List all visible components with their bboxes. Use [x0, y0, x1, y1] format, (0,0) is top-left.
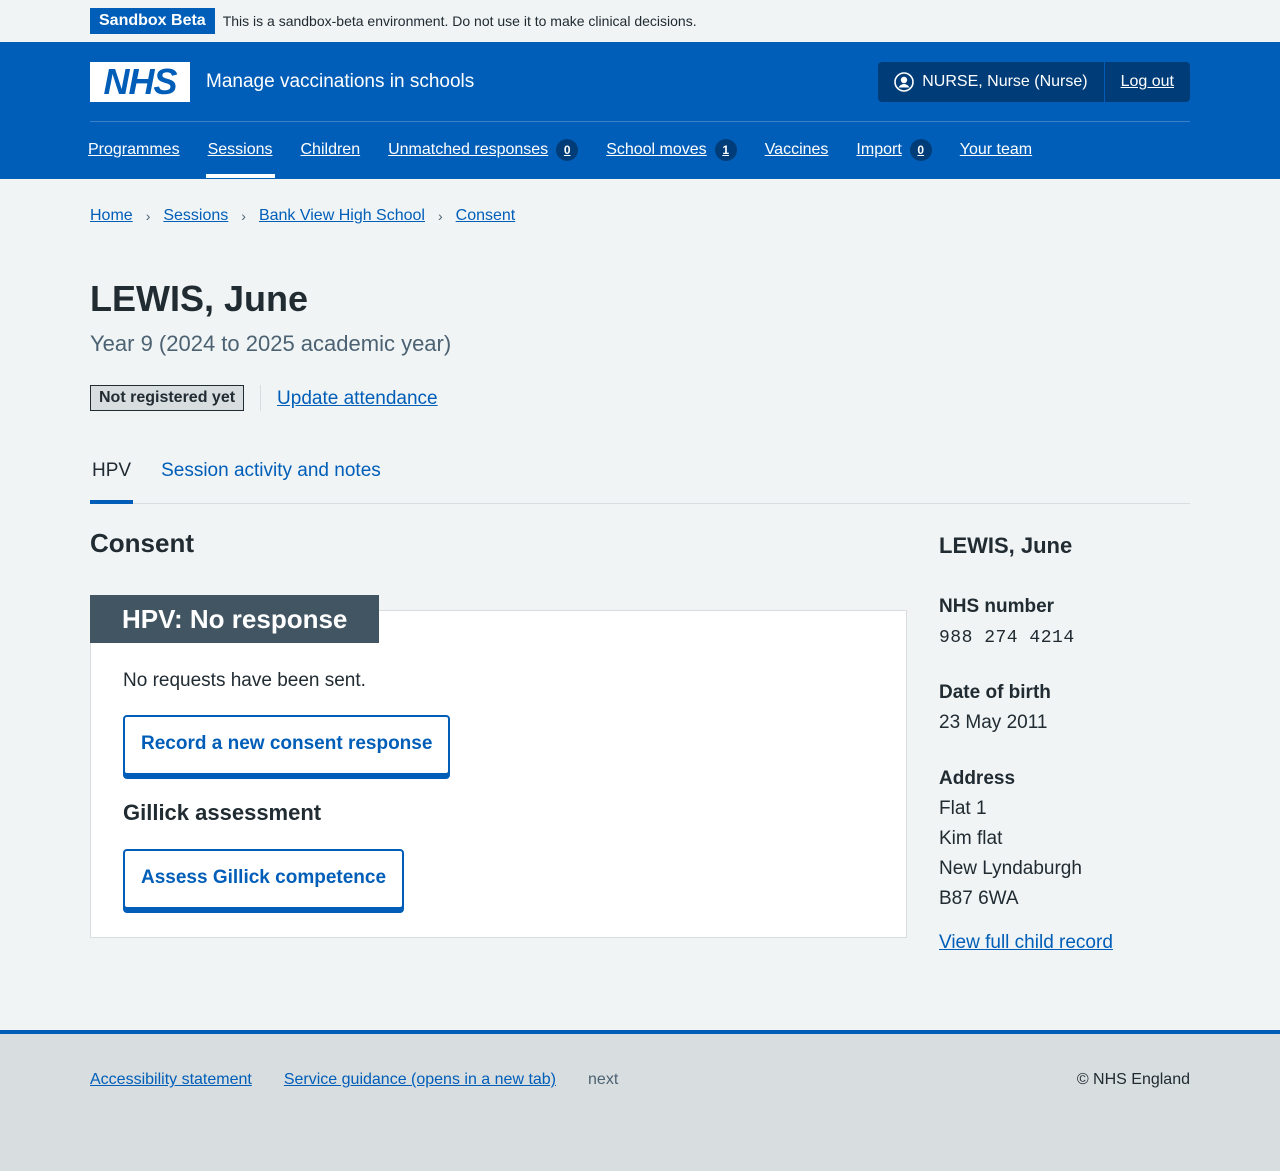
consent-column: Consent HPV: No response No requests hav…: [90, 528, 907, 956]
chevron-right-icon: ›: [241, 207, 246, 224]
site-footer: Accessibility statement Service guidance…: [0, 1030, 1280, 1171]
breadcrumb-consent[interactable]: Consent: [456, 204, 516, 228]
count-badge: 0: [556, 139, 579, 161]
nhs-number-label: NHS number: [939, 595, 1055, 617]
dob-value: 23 May 2011: [939, 712, 1048, 734]
update-attendance-link[interactable]: Update attendance: [277, 385, 438, 413]
nav-label: School moves: [606, 141, 707, 159]
accessibility-statement-link[interactable]: Accessibility statement: [90, 1068, 252, 1092]
assess-gillick-button[interactable]: Assess Gillick competence: [123, 848, 405, 909]
count-badge: 1: [714, 139, 737, 161]
site-header: NHS Manage vaccinations in schools NURSE…: [0, 42, 1280, 179]
address-line: New Lyndaburgh: [939, 857, 1082, 879]
service-name[interactable]: Manage vaccinations in schools: [206, 68, 474, 96]
divider: [260, 385, 262, 412]
child-name: LEWIS, June: [939, 533, 1073, 559]
page-title: LEWIS, June: [90, 278, 309, 319]
nhs-number-value: 988 274 4214: [939, 627, 1075, 648]
nav-label: Programmes: [88, 141, 180, 159]
nav-label: Your team: [959, 141, 1033, 159]
address-line: Flat 1: [939, 797, 987, 819]
logout-link[interactable]: Log out: [1105, 62, 1190, 102]
breadcrumb: Home › Sessions › Bank View High School …: [90, 179, 1190, 253]
nav-item-your-team[interactable]: Your team: [960, 122, 1032, 178]
nav-item-vaccines[interactable]: Vaccines: [765, 122, 829, 178]
card-heading: HPV: No response: [90, 594, 380, 643]
count-badge: 0: [909, 139, 932, 161]
record-consent-button[interactable]: Record a new consent response: [123, 714, 451, 775]
tabs: HPV Session activity and notes: [90, 457, 1190, 505]
child-summary: LEWIS, June NHS number 988 274 4214 Date…: [939, 528, 1190, 956]
address-line: Kim flat: [939, 827, 1003, 849]
nav-label: Import: [856, 141, 902, 159]
nav-label: Sessions: [207, 141, 273, 159]
environment-banner: Sandbox Beta This is a sandbox-beta envi…: [0, 0, 1280, 42]
chevron-right-icon: ›: [437, 207, 443, 224]
account-user: NURSE, Nurse (Nurse): [878, 61, 1105, 102]
environment-text: This is a sandbox-beta environment. Do n…: [222, 12, 697, 29]
nav-item-school-moves[interactable]: School moves 1: [606, 122, 737, 178]
copyright-text: © NHS England: [1076, 1071, 1190, 1089]
breadcrumb-home[interactable]: Home: [90, 204, 133, 228]
tab-hpv[interactable]: HPV: [90, 457, 134, 505]
no-requests-text: No requests have been sent.: [123, 669, 366, 691]
user-icon: [894, 71, 915, 92]
nav-label: Children: [300, 141, 361, 159]
nav-item-children[interactable]: Children: [301, 122, 361, 178]
page-caption: Year 9 (2024 to 2025 academic year): [90, 331, 452, 357]
content-grid: Consent HPV: No response No requests hav…: [90, 528, 1190, 956]
consent-card: HPV: No response No requests have been s…: [90, 594, 907, 938]
chevron-right-icon: ›: [145, 207, 151, 224]
account-menu: NURSE, Nurse (Nurse) Log out: [878, 61, 1190, 102]
environment-tag: Sandbox Beta: [90, 8, 215, 34]
view-child-record-link[interactable]: View full child record: [939, 929, 1113, 957]
nav-label: Unmatched responses: [388, 141, 549, 159]
nav-item-import[interactable]: Import 0: [856, 122, 932, 178]
address-label: Address: [939, 767, 1016, 789]
primary-navigation: Programmes Sessions Children Unmatched r…: [88, 122, 1190, 178]
nav-item-sessions[interactable]: Sessions: [205, 122, 275, 178]
dob-label: Date of birth: [939, 682, 1051, 704]
nav-item-unmatched-responses[interactable]: Unmatched responses 0: [388, 122, 579, 178]
status-row: Not registered yet Update attendance: [90, 385, 1190, 413]
tab-session-activity[interactable]: Session activity and notes: [159, 457, 383, 503]
breadcrumb-sessions[interactable]: Sessions: [163, 204, 228, 228]
consent-heading: Consent: [90, 528, 194, 559]
nhs-logo[interactable]: NHS: [90, 60, 190, 102]
status-badge: Not registered yet: [90, 385, 245, 412]
account-user-name: NURSE, Nurse (Nurse): [922, 72, 1088, 90]
nav-item-programmes[interactable]: Programmes: [88, 122, 180, 178]
gillick-heading: Gillick assessment: [123, 799, 322, 825]
service-guidance-link[interactable]: Service guidance (opens in a new tab): [284, 1068, 556, 1092]
version-text: next: [588, 1071, 619, 1089]
main-content: Home › Sessions › Bank View High School …: [90, 179, 1190, 957]
breadcrumb-school[interactable]: Bank View High School: [259, 204, 425, 228]
nav-label: Vaccines: [764, 141, 829, 159]
nhs-logo-text: NHS: [103, 60, 177, 102]
address-line: B87 6WA: [939, 887, 1019, 909]
